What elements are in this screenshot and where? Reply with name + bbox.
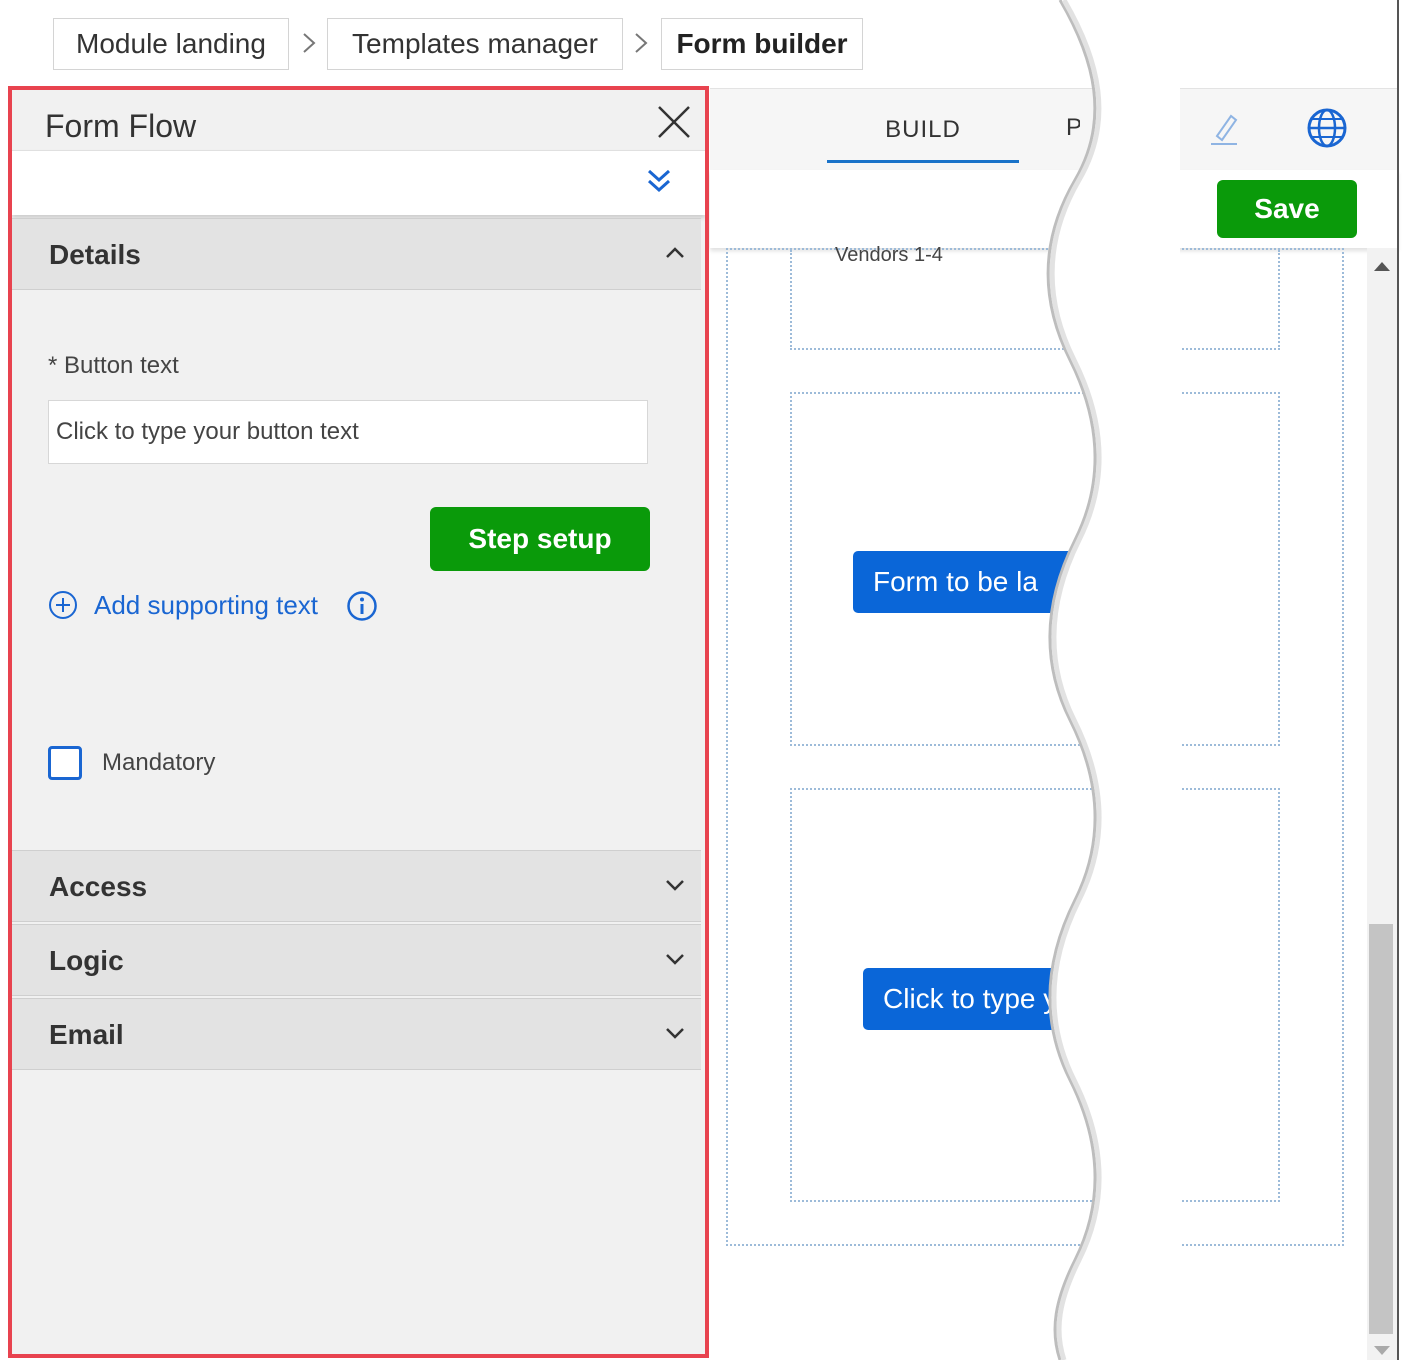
close-button[interactable] <box>656 104 692 145</box>
close-icon <box>658 106 690 138</box>
tab-build[interactable]: BUILD <box>827 100 1019 163</box>
chevron-down-icon <box>666 954 684 965</box>
form-button[interactable]: Form to be la <box>853 551 1153 613</box>
slot-caption: Vendors 1-4 <box>835 244 943 266</box>
breadcrumb-templates-manager[interactable]: Templates manager <box>327 18 623 70</box>
step-setup-button[interactable]: Step setup <box>430 507 650 571</box>
section-details-label: Details <box>49 239 141 270</box>
expand-all-button[interactable] <box>646 166 672 201</box>
save-button[interactable]: Save <box>1217 180 1357 238</box>
add-supporting-text-link[interactable]: Add supporting text <box>48 588 318 622</box>
panel-header: Form Flow <box>12 90 705 150</box>
scrollbar-thumb[interactable] <box>1369 924 1393 1334</box>
section-logic-label: Logic <box>49 945 124 976</box>
button-text-label: * Button text <box>48 352 179 379</box>
scroll-down-arrow-icon[interactable] <box>1374 1346 1390 1355</box>
double-chevron-down-icon <box>647 169 671 193</box>
language-button[interactable] <box>1305 106 1349 155</box>
mandatory-checkbox-row[interactable]: Mandatory <box>48 746 215 780</box>
plus-circle-icon <box>49 591 77 619</box>
panel-subbar <box>12 150 705 215</box>
info-button[interactable] <box>346 590 378 627</box>
globe-icon <box>1307 108 1347 148</box>
chevron-right-icon <box>635 33 648 53</box>
chevron-down-icon <box>666 880 684 891</box>
add-supporting-text-label: Add supporting text <box>94 589 319 620</box>
section-email-label: Email <box>49 1019 124 1050</box>
section-access-header[interactable]: Access <box>12 850 701 922</box>
tab-partial[interactable]: P <box>1066 114 1080 142</box>
button-text-input[interactable] <box>48 400 648 464</box>
info-icon <box>347 591 377 621</box>
form-flow-panel: Form Flow Details * Button text Step set… <box>8 86 709 1358</box>
form-button[interactable]: Click to type y <box>863 968 1163 1030</box>
section-email-header[interactable]: Email <box>12 998 701 1070</box>
window-edge <box>1397 0 1399 1360</box>
edit-button[interactable] <box>1205 108 1245 153</box>
mandatory-checkbox[interactable] <box>48 746 82 780</box>
section-logic-header[interactable]: Logic <box>12 924 701 996</box>
pencil-icon <box>1211 114 1238 145</box>
section-access-label: Access <box>49 871 148 902</box>
chevron-right-icon <box>303 33 316 53</box>
mandatory-label: Mandatory <box>102 749 216 776</box>
panel-title: Form Flow <box>45 108 197 144</box>
breadcrumb-module-landing[interactable]: Module landing <box>53 18 289 70</box>
scroll-up-arrow-icon[interactable] <box>1374 262 1390 271</box>
builder-tab-bar <box>710 88 1398 172</box>
breadcrumb-form-builder[interactable]: Form builder <box>661 18 863 70</box>
chevron-up-icon <box>666 247 684 258</box>
chevron-down-icon <box>666 1028 684 1039</box>
section-details-header[interactable]: Details <box>12 218 701 290</box>
